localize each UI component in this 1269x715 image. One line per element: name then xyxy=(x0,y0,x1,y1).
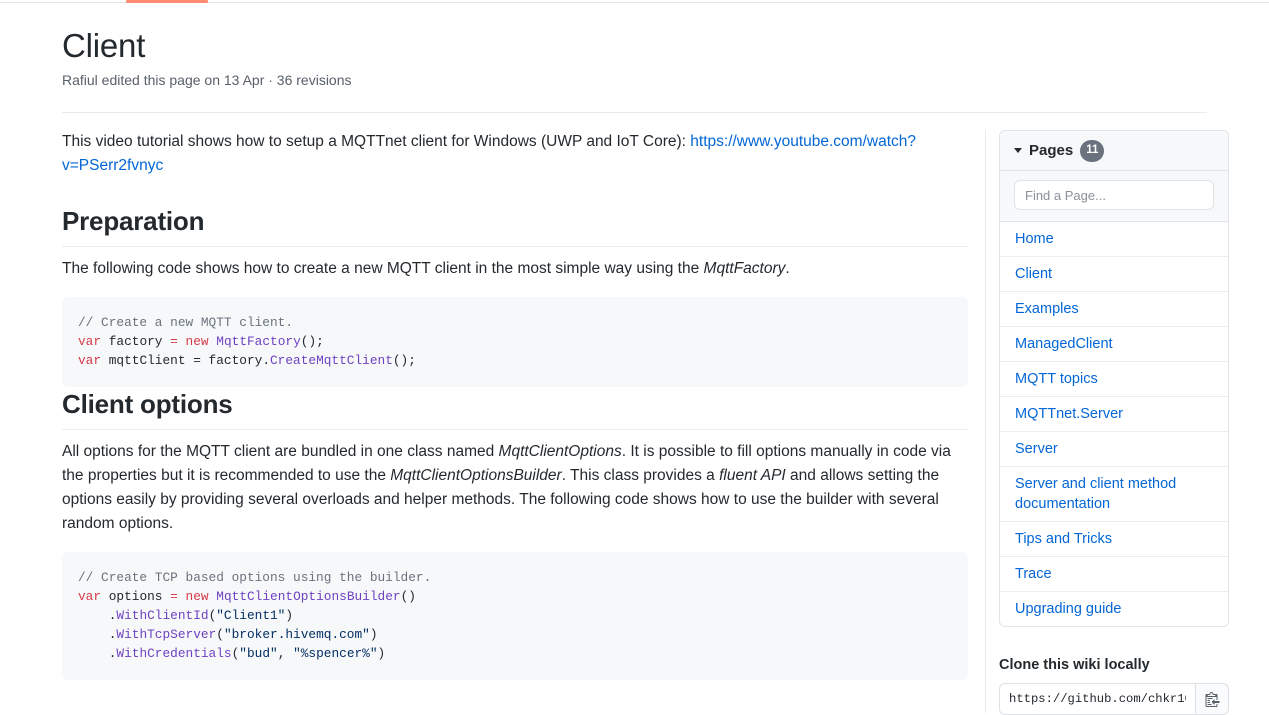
clone-url-row xyxy=(999,683,1229,715)
sidebar-page-link[interactable]: Trace xyxy=(1000,557,1228,592)
code-token: mqttClient = factory. xyxy=(101,353,270,369)
pages-count-badge: 11 xyxy=(1080,139,1105,162)
page-edit-meta: Rafiul edited this page on 13 Apr · 36 r… xyxy=(62,72,352,88)
column-divider xyxy=(985,130,986,713)
preparation-paragraph: The following code shows how to create a… xyxy=(62,260,790,277)
page-header: Client Rafiul edited this page on 13 Apr… xyxy=(62,26,1207,113)
sidebar-page-link[interactable]: Server and client method documentation xyxy=(1000,467,1228,522)
sidebar-page-link[interactable]: ManagedClient xyxy=(1000,327,1228,362)
code-token: new xyxy=(185,334,209,350)
copy-clone-url-button[interactable] xyxy=(1195,683,1229,715)
heading-preparation: Preparation xyxy=(62,204,968,247)
code-token: WithClientId xyxy=(116,608,209,624)
sidebar-page-link[interactable]: Client xyxy=(1000,257,1228,292)
code-token: . xyxy=(78,646,117,662)
code-token: = xyxy=(170,334,178,350)
section-preparation: Preparation The following code shows how… xyxy=(62,204,968,387)
find-a-page-input[interactable] xyxy=(1014,180,1214,210)
code-token: = xyxy=(170,588,178,604)
client-options-paragraph: All options for the MQTT client are bund… xyxy=(62,442,951,532)
sidebar-page-link[interactable]: MQTT topics xyxy=(1000,362,1228,397)
code-token: var xyxy=(78,588,102,604)
emphasis-text: fluent API xyxy=(719,466,786,484)
code-token: factory xyxy=(101,334,171,350)
code-token: . xyxy=(78,627,117,643)
sidebar-page-link[interactable]: MQTTnet.Server xyxy=(1000,397,1228,432)
pages-panel: Pages 11 HomeClientExamplesManagedClient… xyxy=(999,130,1229,627)
code-token: ) xyxy=(285,608,294,624)
code-token: "broker.hivemq.com" xyxy=(223,627,370,643)
tab-bar-rule xyxy=(0,0,1269,3)
pages-panel-header[interactable]: Pages 11 xyxy=(1000,131,1228,171)
code-token: MqttClientOptionsBuilder xyxy=(216,588,401,604)
page-title: Client xyxy=(62,27,146,64)
pages-list: Home Client Examples ManagedClient MQTT topi… xyxy=(1000,222,1228,626)
sidebar-page-link[interactable]: Examples xyxy=(1000,292,1228,327)
code-token: (); xyxy=(392,353,416,369)
code-token: options xyxy=(101,588,171,604)
emphasis-text: MqttClientOptions xyxy=(498,442,622,460)
code-token: "bud" xyxy=(239,646,278,662)
clone-section-title: Clone this wiki locally xyxy=(999,657,1150,673)
intro-text: This video tutorial shows how to setup a… xyxy=(62,133,691,150)
emphasis-text: MqttFactory xyxy=(703,260,786,277)
code-token: WithTcpServer xyxy=(116,627,217,643)
sidebar-page-link[interactable]: Upgrading guide xyxy=(1000,592,1228,626)
pages-panel-label: Pages xyxy=(1029,142,1074,159)
code-token: "Client1" xyxy=(216,608,286,624)
code-token: (); xyxy=(300,334,324,350)
code-token: ( xyxy=(216,627,224,643)
section-client-options: Client options All options for the MQTT … xyxy=(62,387,968,680)
code-token: // Create a new MQTT client. xyxy=(78,315,294,330)
code-token: MqttFactory xyxy=(216,334,301,350)
sidebar-page-link[interactable]: Tips and Tricks xyxy=(1000,522,1228,557)
code-token: ) xyxy=(377,646,386,662)
code-token: "%spencer%" xyxy=(293,646,378,662)
code-token: var xyxy=(78,353,102,369)
code-token: // Create TCP based options using the bu… xyxy=(78,569,432,585)
wiki-sidebar: Pages 11 HomeClientExamplesManagedClient… xyxy=(999,130,1229,715)
clone-url-input[interactable] xyxy=(999,683,1195,715)
code-token: var xyxy=(78,334,102,350)
sidebar-page-link[interactable]: Server xyxy=(1000,432,1228,467)
sidebar-page-link[interactable]: Home xyxy=(1000,222,1228,257)
chevron-down-icon xyxy=(1014,148,1022,153)
active-tab-indicator xyxy=(126,0,208,3)
heading-client-options: Client options xyxy=(62,387,968,430)
code-token: () xyxy=(400,588,416,604)
clone-wiki-section: Clone this wiki locally xyxy=(999,655,1229,715)
code-block-create-client: // Create a new MQTT client. var factory… xyxy=(62,297,968,387)
wiki-body: This video tutorial shows how to setup a… xyxy=(62,130,968,680)
pages-search-wrapper xyxy=(1000,171,1228,222)
code-block-client-options: // Create TCP based options using the bu… xyxy=(62,551,968,680)
code-token: ) xyxy=(369,627,378,643)
code-token: . xyxy=(78,608,117,624)
clipboard-icon xyxy=(1205,692,1219,707)
content-wrapper: This video tutorial shows how to setup a… xyxy=(0,130,1269,715)
code-token: WithCredentials xyxy=(116,646,232,662)
code-token: CreateMqttClient xyxy=(270,353,393,369)
emphasis-text: MqttClientOptionsBuilder xyxy=(390,466,562,484)
code-token: , xyxy=(277,646,294,662)
code-token: new xyxy=(185,588,209,604)
intro-paragraph: This video tutorial shows how to setup a… xyxy=(62,130,968,178)
